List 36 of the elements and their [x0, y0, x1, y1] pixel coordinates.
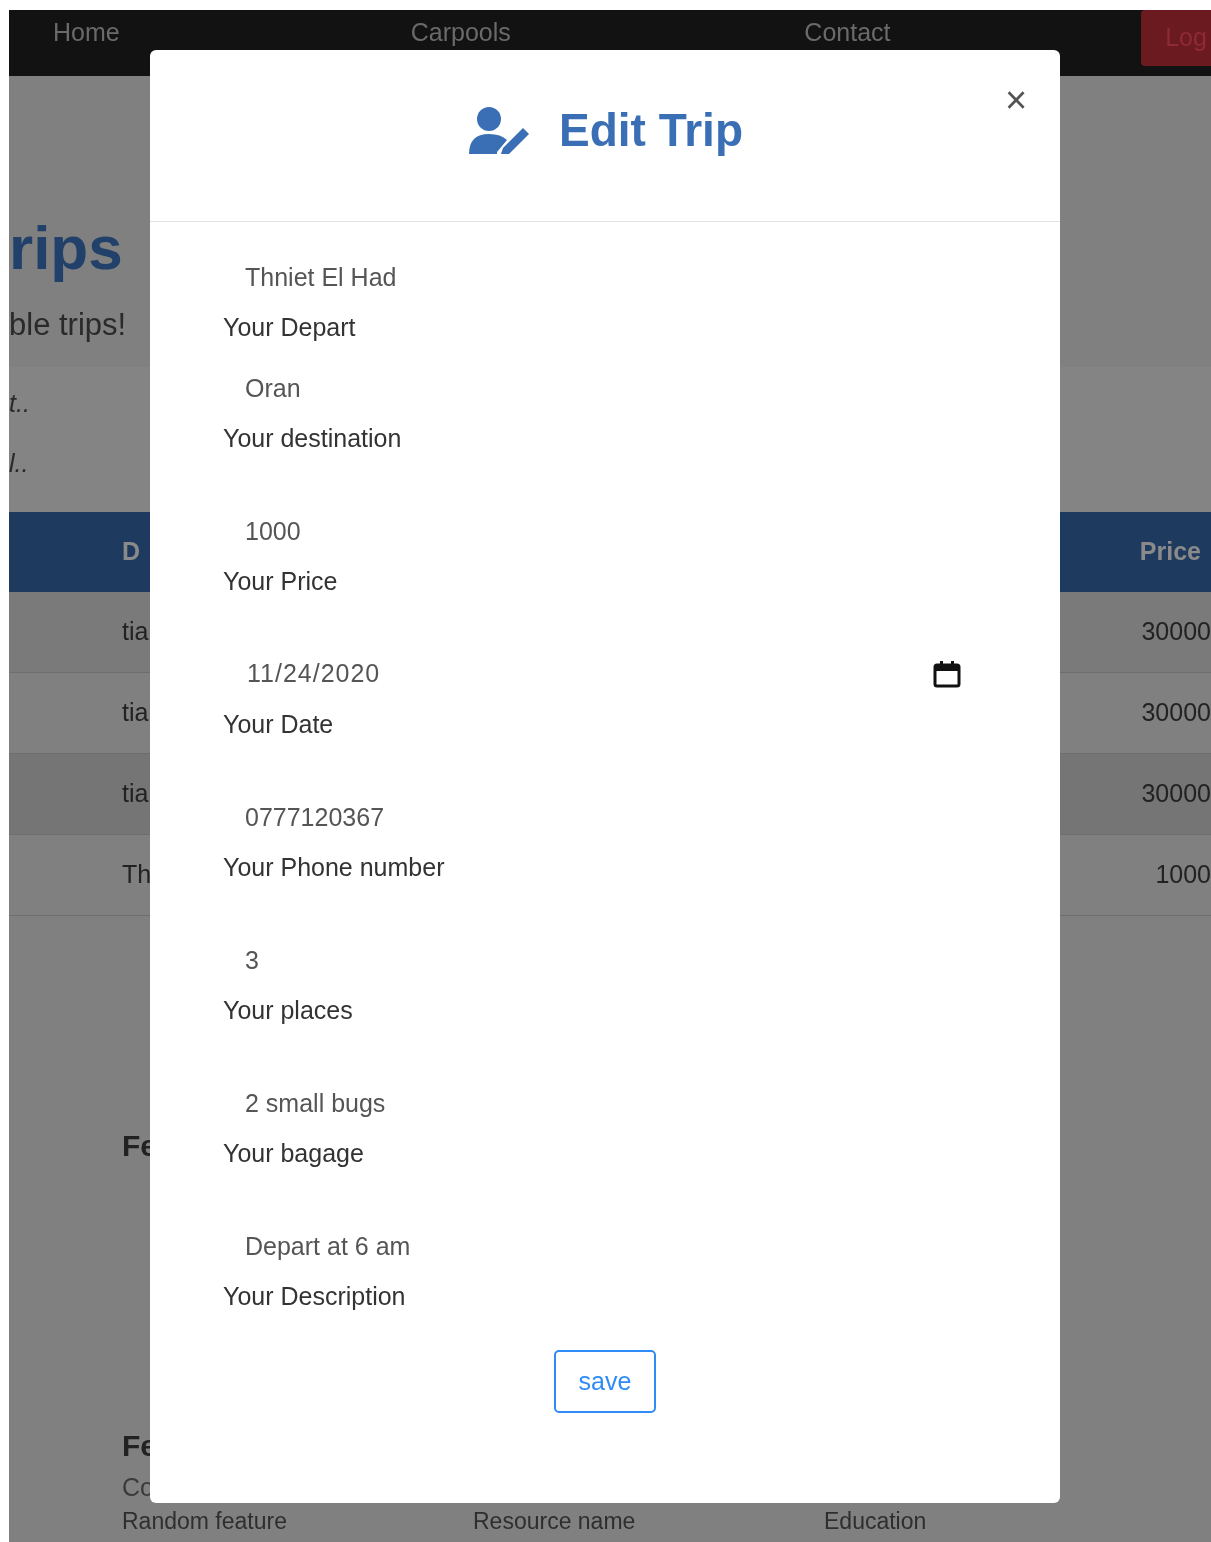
field-label: Your destination — [223, 423, 402, 454]
filter-text: l.. — [9, 448, 29, 479]
input-field[interactable]: Thniet El Had — [223, 252, 973, 302]
feature-text: Education — [824, 1507, 928, 1536]
field-label: Your Depart — [223, 312, 356, 343]
input-field[interactable]: Oran — [223, 363, 973, 413]
input-field[interactable]: Depart at 6 am — [223, 1221, 973, 1271]
dialog-title: Edit Trip — [559, 103, 743, 158]
column-header: D — [122, 536, 141, 568]
field-label: Your Description — [223, 1281, 406, 1312]
date-field[interactable]: 11/24/2020 — [247, 655, 933, 693]
field-label: Your bagage — [223, 1138, 364, 1169]
input-field[interactable]: 1000 — [223, 506, 973, 556]
field-label: Your Date — [223, 709, 334, 740]
table-cell-text: tia — [122, 697, 149, 729]
field-label: Your Phone number — [223, 852, 445, 883]
table-cell-text: 30000 — [1141, 778, 1211, 810]
page-subheading: ble trips! — [9, 306, 127, 344]
table-cell-text: Th — [122, 859, 152, 891]
feature-text: Resource name — [473, 1507, 637, 1536]
table-cell-text: 30000 — [1141, 697, 1211, 729]
column-header: Price — [1139, 536, 1201, 568]
table-cell-text: 30000 — [1141, 616, 1211, 648]
field-label: Your places — [223, 995, 353, 1026]
input-field[interactable]: 0777120367 — [223, 792, 973, 842]
feature-text: Random feature — [122, 1507, 288, 1536]
field-label: Your Price — [223, 566, 338, 597]
table-cell-text: tia — [122, 778, 149, 810]
close-button[interactable]: × — [1000, 80, 1032, 120]
page-heading: rips — [9, 213, 123, 283]
calendar-icon[interactable] — [933, 660, 961, 688]
table-cell-text: 1000 — [1155, 859, 1211, 891]
input-field[interactable]: 2 small bugs — [223, 1078, 973, 1128]
filter-text: t.. — [9, 388, 30, 419]
table-cell-text: tia — [122, 616, 149, 648]
input-field[interactable]: 3 — [223, 935, 973, 985]
